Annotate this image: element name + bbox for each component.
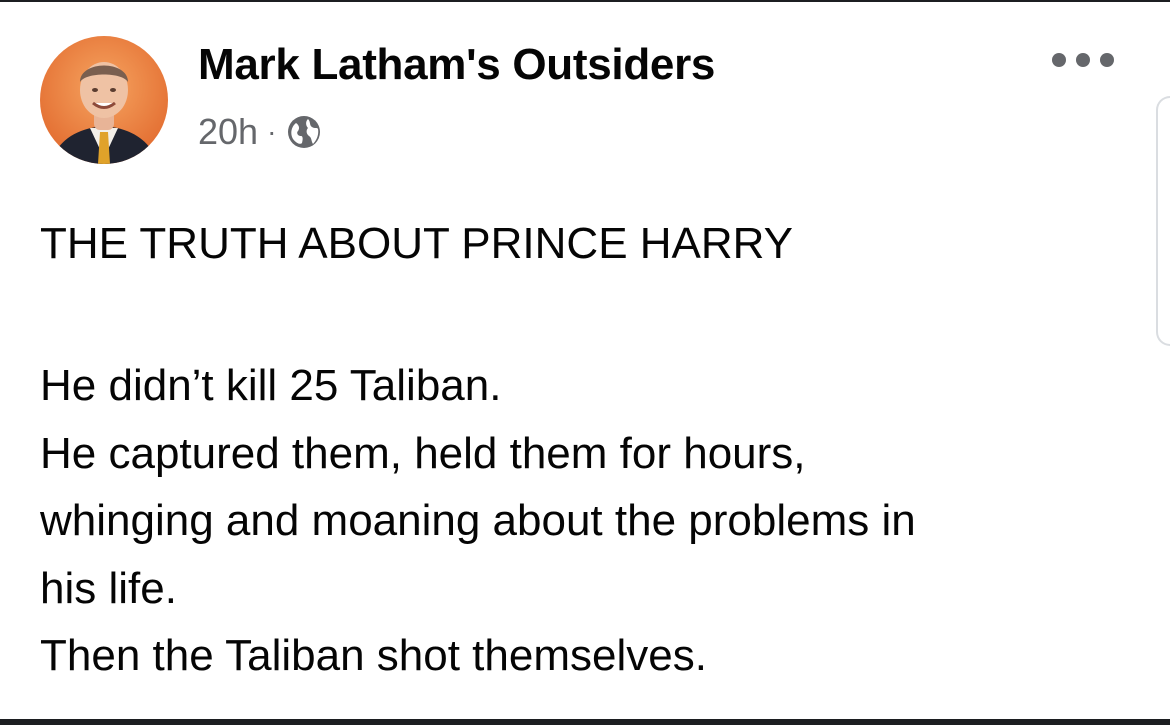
post-headline: THE TRUTH ABOUT PRINCE HARRY (40, 219, 794, 268)
post-body-line: his life. (40, 563, 177, 613)
page-name[interactable]: Mark Latham's Outsiders (198, 40, 715, 90)
meta-separator: · (267, 116, 277, 147)
page-avatar[interactable] (40, 36, 168, 164)
side-panel-edge (1156, 96, 1170, 346)
more-options-icon[interactable] (1052, 42, 1114, 78)
more-dot (1100, 53, 1114, 67)
facebook-post: Mark Latham's Outsiders 20h · THE TRUTH … (0, 0, 1170, 719)
more-dot (1052, 53, 1066, 67)
post-body-line: He captured them, held them for hours, (40, 428, 806, 478)
post-body: He didn’t kill 25 Taliban. He captured t… (40, 352, 1130, 690)
post-body-line: He didn’t kill 25 Taliban. (40, 361, 502, 410)
more-dot (1076, 53, 1090, 67)
post-body-line: whinging and moaning about the problems … (40, 496, 916, 545)
globe-icon[interactable] (286, 114, 322, 150)
avatar-portrait (40, 36, 168, 164)
post-body-line: Then the Taliban shot themselves. (40, 631, 707, 680)
bottom-border (0, 719, 1170, 725)
post-meta: 20h · (198, 110, 322, 154)
post-timestamp[interactable]: 20h (198, 111, 258, 153)
